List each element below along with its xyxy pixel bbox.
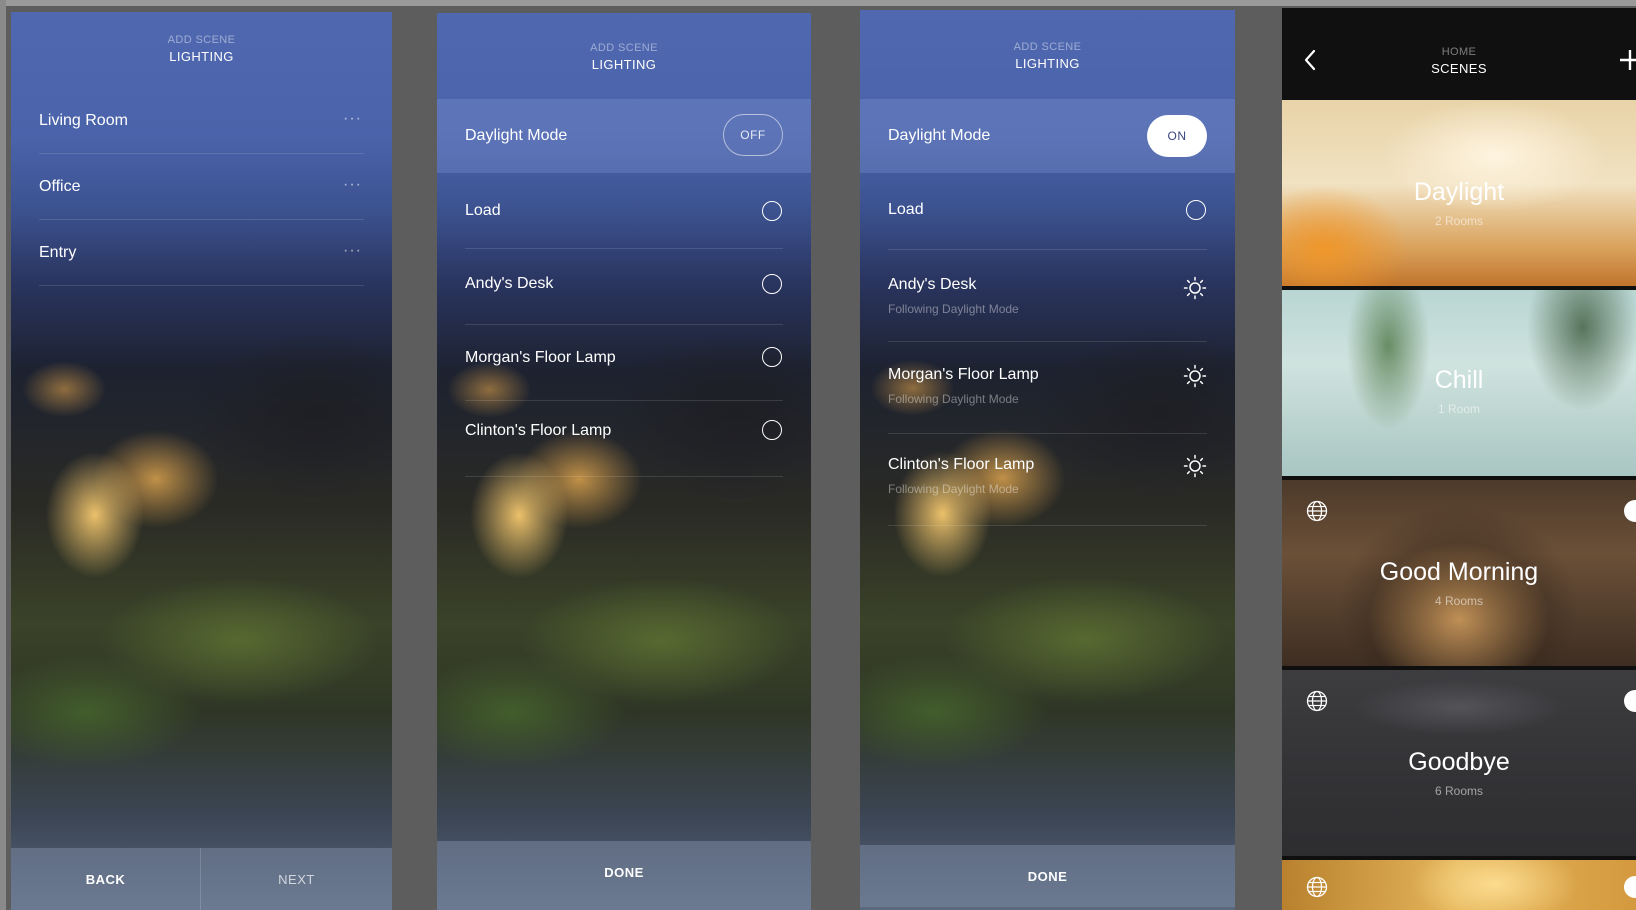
room-row-office[interactable]: Office ··· — [11, 154, 392, 220]
scene-room-count: 2 Rooms — [1434, 214, 1484, 228]
daylight-mode-row: Daylight Mode OFF — [437, 99, 811, 173]
sun-icon[interactable] — [1183, 276, 1207, 300]
scene-title: Chill — [1434, 366, 1484, 394]
next-button[interactable]: NEXT — [201, 848, 392, 910]
sun-icon[interactable] — [1183, 454, 1207, 478]
header-title: LIGHTING — [1015, 56, 1080, 71]
room-row-living-room[interactable]: Living Room ··· — [11, 88, 392, 154]
globe-icon — [1306, 500, 1328, 522]
screen-home-scenes: HOME SCENES Daylight 2 Rooms Chill 1 Roo… — [1282, 8, 1636, 910]
load-label: Clinton's Floor Lamp — [888, 456, 1035, 473]
scene-room-count: 4 Rooms — [1434, 594, 1484, 608]
daylight-mode-toggle[interactable]: ON — [1147, 115, 1207, 157]
scene-card-daylight[interactable]: Daylight 2 Rooms — [1282, 100, 1636, 286]
room-label: Office — [39, 178, 81, 195]
clock-icon — [1624, 500, 1636, 522]
divider — [39, 285, 364, 286]
radio-circle-icon[interactable] — [1186, 200, 1206, 220]
load-row[interactable]: Load — [860, 173, 1235, 250]
load-label: Andy's Desk — [888, 276, 977, 293]
more-dots-icon[interactable]: ··· — [343, 110, 362, 128]
screen-header: ADD SCENE LIGHTING — [437, 42, 811, 72]
scene-card-good-morning[interactable]: Good Morning 4 Rooms — [1282, 480, 1636, 666]
load-label: Load — [465, 202, 501, 219]
header-title: SCENES — [1431, 61, 1487, 76]
header-subtitle: ADD SCENE — [1013, 41, 1082, 53]
more-dots-icon[interactable]: ··· — [343, 176, 362, 194]
load-row[interactable]: Morgan's Floor Lamp — [437, 325, 811, 401]
scene-title: Daylight — [1413, 178, 1505, 206]
footer-bar: BACK NEXT — [11, 848, 392, 910]
scene-card-chill[interactable]: Chill 1 Room — [1282, 290, 1636, 476]
window-left-edge — [0, 0, 6, 910]
done-button[interactable]: DONE — [437, 841, 811, 903]
footer-bar: DONE — [437, 841, 811, 910]
clock-icon — [1624, 690, 1636, 712]
load-row[interactable]: Load — [437, 173, 811, 249]
globe-icon — [1306, 690, 1328, 712]
header-title: LIGHTING — [591, 57, 657, 72]
load-sublabel: Following Daylight Mode — [888, 302, 1019, 316]
load-label: Morgan's Floor Lamp — [888, 366, 1039, 383]
load-label: Clinton's Floor Lamp — [465, 422, 612, 439]
scene-room-count: 1 Room — [1437, 402, 1481, 416]
room-label: Entry — [39, 244, 77, 261]
load-sublabel: Following Daylight Mode — [888, 482, 1019, 496]
divider — [888, 525, 1207, 526]
radio-circle-icon[interactable] — [762, 201, 782, 221]
load-label: Load — [888, 201, 924, 218]
scene-card-partial[interactable] — [1282, 860, 1636, 910]
scene-room-count: 6 Rooms — [1434, 784, 1484, 798]
header-subtitle: ADD SCENE — [167, 34, 236, 46]
clock-icon — [1624, 876, 1636, 898]
radio-circle-icon[interactable] — [762, 347, 782, 367]
plus-icon[interactable] — [1618, 48, 1636, 72]
globe-icon — [1306, 876, 1328, 898]
screen-loads-daylight-off: ADD SCENE LIGHTING Daylight Mode OFF Loa… — [437, 13, 811, 910]
daylight-mode-row: Daylight Mode ON — [860, 99, 1235, 173]
scene-title: Goodbye — [1408, 748, 1510, 776]
header-subtitle: HOME — [1441, 46, 1477, 58]
screen-header: ADD SCENE LIGHTING — [11, 34, 392, 64]
radio-circle-icon[interactable] — [762, 274, 782, 294]
done-button[interactable]: DONE — [860, 845, 1235, 907]
back-button[interactable]: BACK — [11, 848, 201, 910]
load-row[interactable]: Andy's Desk — [437, 249, 811, 325]
load-row[interactable]: Clinton's Floor Lamp — [437, 401, 811, 477]
daylight-mode-label: Daylight Mode — [465, 127, 568, 144]
scene-title: Good Morning — [1379, 558, 1539, 586]
load-sublabel: Following Daylight Mode — [888, 392, 1019, 406]
screen-room-selection: ADD SCENE LIGHTING Living Room ··· Offic… — [11, 12, 392, 910]
screen-header: ADD SCENE LIGHTING — [860, 41, 1235, 71]
scenes-header: HOME SCENES — [1282, 8, 1636, 100]
scene-card-goodbye[interactable]: Goodbye 6 Rooms — [1282, 670, 1636, 856]
header-title: LIGHTING — [169, 49, 234, 64]
more-dots-icon[interactable]: ··· — [343, 242, 362, 260]
divider — [465, 476, 783, 477]
load-row[interactable]: Andy's Desk Following Daylight Mode — [860, 250, 1235, 342]
daylight-mode-toggle[interactable]: OFF — [723, 114, 783, 156]
screen-header: HOME SCENES — [1282, 46, 1636, 76]
load-row[interactable]: Morgan's Floor Lamp Following Daylight M… — [860, 342, 1235, 434]
load-label: Andy's Desk — [465, 275, 554, 292]
radio-circle-icon[interactable] — [762, 420, 782, 440]
room-row-entry[interactable]: Entry ··· — [11, 220, 392, 286]
window-top-edge — [0, 0, 1636, 6]
screen-loads-daylight-on: ADD SCENE LIGHTING Daylight Mode ON Load… — [860, 10, 1235, 910]
load-label: Morgan's Floor Lamp — [465, 349, 616, 366]
sun-icon[interactable] — [1183, 364, 1207, 388]
header-subtitle: ADD SCENE — [590, 42, 658, 54]
footer-bar: DONE — [860, 845, 1235, 907]
room-label: Living Room — [39, 112, 128, 129]
load-row[interactable]: Clinton's Floor Lamp Following Daylight … — [860, 434, 1235, 526]
daylight-mode-label: Daylight Mode — [888, 127, 991, 144]
